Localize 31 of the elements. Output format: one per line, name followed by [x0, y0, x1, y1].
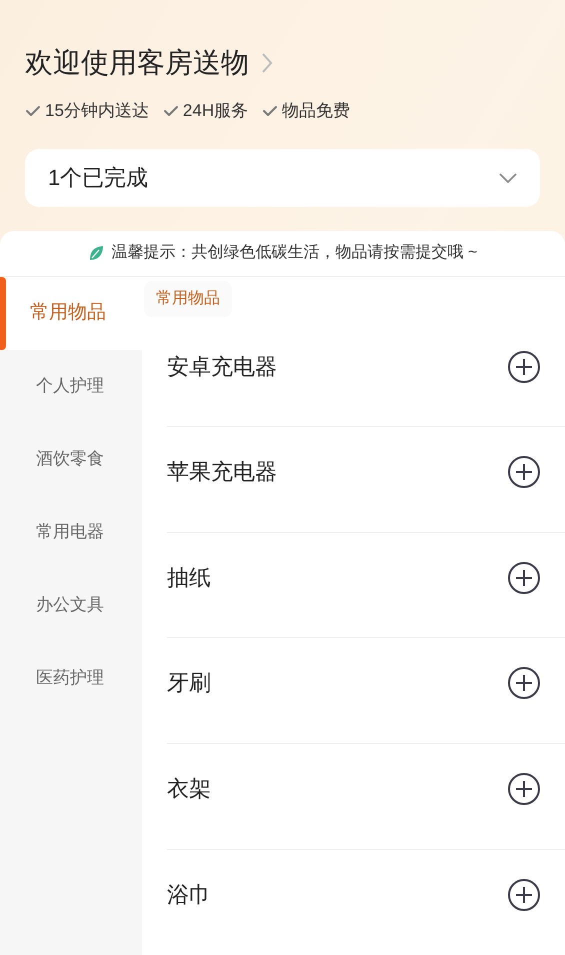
section-title: 常用物品	[144, 281, 232, 318]
add-icon[interactable]	[507, 350, 541, 384]
category-tab[interactable]: 常用物品	[0, 276, 142, 350]
order-status-label: 1个已完成	[48, 164, 148, 192]
category-tab[interactable]: 常用电器	[0, 496, 142, 568]
add-icon[interactable]	[507, 560, 541, 595]
category-tab[interactable]: 个人护理	[0, 350, 142, 422]
feature-label: 24H服务	[182, 100, 248, 122]
check-icon	[262, 104, 278, 117]
feature-label: 15分钟内送达	[45, 100, 149, 122]
item-name: 衣架	[167, 774, 211, 803]
add-icon[interactable]	[507, 878, 541, 912]
chevron-down-icon	[499, 172, 517, 182]
add-icon[interactable]	[507, 772, 541, 806]
notice-text: 温馨提示：共创绿色低碳生活，物品请按需提交哦 ~	[112, 242, 478, 263]
add-icon[interactable]	[507, 666, 541, 700]
item-name: 牙刷	[167, 669, 211, 698]
check-icon	[162, 104, 179, 117]
leaf-icon	[88, 245, 104, 261]
check-icon	[25, 104, 41, 117]
item-name: 浴巾	[167, 880, 211, 909]
item-name: 抽纸	[167, 564, 211, 592]
category-tab[interactable]: 办公文具	[0, 568, 142, 642]
category-tab[interactable]: 医药护理	[0, 642, 142, 714]
item-name: 安卓充电器	[167, 352, 277, 381]
add-icon[interactable]	[507, 455, 541, 490]
page-title: 欢迎使用客房送物	[25, 46, 249, 80]
item-name: 苹果充电器	[167, 458, 277, 486]
feature-label: 物品免费	[282, 100, 350, 122]
order-status-dropdown[interactable]: 1个已完成	[25, 148, 540, 206]
category-tab[interactable]: 酒饮零食	[0, 422, 142, 496]
